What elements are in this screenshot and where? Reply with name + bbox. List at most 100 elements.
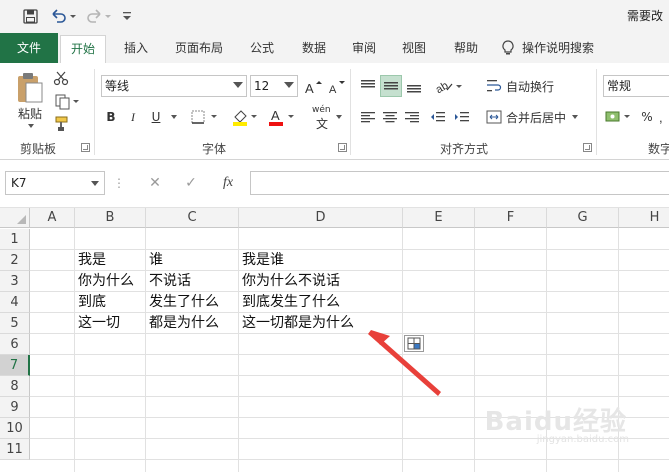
clipboard-group-label: 剪贴板 bbox=[20, 142, 57, 156]
align-top-icon[interactable] bbox=[358, 75, 378, 97]
column-header-d[interactable]: D bbox=[239, 208, 403, 228]
customize-qat-icon[interactable] bbox=[120, 6, 134, 26]
name-box[interactable]: K7 bbox=[5, 171, 105, 195]
tab-insert[interactable]: 插入 bbox=[114, 33, 158, 63]
font-launcher-icon[interactable] bbox=[338, 143, 347, 152]
tab-home[interactable]: 开始 bbox=[60, 35, 106, 64]
tab-page-layout[interactable]: 页面布局 bbox=[166, 33, 232, 63]
row-header-6[interactable]: 6 bbox=[0, 334, 30, 355]
clipboard-launcher-icon[interactable] bbox=[81, 143, 90, 152]
font-color-button[interactable]: A bbox=[266, 107, 298, 127]
worksheet-grid[interactable]: A B C D E F G H 1 2 3 4 5 6 7 8 9 10 11 bbox=[0, 208, 669, 472]
align-bottom-icon[interactable] bbox=[404, 75, 424, 97]
cell-c2[interactable]: 谁 bbox=[146, 250, 163, 271]
tab-data[interactable]: 数据 bbox=[292, 33, 336, 63]
increase-font-icon[interactable]: A bbox=[302, 77, 324, 97]
cell-d3[interactable]: 你为什么不说话 bbox=[239, 271, 340, 292]
cell-b5[interactable]: 这一切 bbox=[75, 313, 120, 334]
font-size-value: 12 bbox=[254, 79, 270, 93]
italic-button[interactable]: I bbox=[125, 107, 141, 127]
increase-indent-icon[interactable] bbox=[452, 107, 472, 127]
cut-icon[interactable] bbox=[52, 69, 70, 87]
undo-icon[interactable] bbox=[48, 6, 78, 26]
cell-d2[interactable]: 我是谁 bbox=[239, 250, 284, 271]
alignment-launcher-icon[interactable] bbox=[583, 143, 592, 152]
formula-input[interactable] bbox=[250, 171, 669, 195]
column-header-h[interactable]: H bbox=[619, 208, 669, 228]
row-header-10[interactable]: 10 bbox=[0, 418, 30, 439]
tab-help[interactable]: 帮助 bbox=[444, 33, 488, 63]
copy-icon[interactable] bbox=[52, 93, 82, 111]
fill-color-icon[interactable] bbox=[230, 107, 260, 127]
confirm-entry-icon[interactable]: ✓ bbox=[180, 173, 202, 193]
paste-button[interactable]: 粘贴 bbox=[12, 105, 48, 121]
underline-button[interactable]: U bbox=[148, 107, 164, 127]
phonetic-dropdown-icon bbox=[336, 115, 342, 119]
align-middle-icon[interactable] bbox=[380, 75, 402, 97]
merge-center-label: 合并后居中 bbox=[506, 110, 567, 125]
cancel-entry-icon[interactable]: ✕ bbox=[144, 173, 166, 193]
percent-button[interactable]: % bbox=[640, 107, 654, 127]
tab-formulas[interactable]: 公式 bbox=[240, 33, 284, 63]
underline-dropdown-icon[interactable] bbox=[166, 107, 180, 127]
paste-icon[interactable] bbox=[12, 69, 48, 107]
row-header-1[interactable]: 1 bbox=[0, 229, 30, 250]
font-size-select[interactable]: 12 bbox=[250, 75, 298, 97]
align-left-icon[interactable] bbox=[358, 107, 378, 127]
column-header-b[interactable]: B bbox=[75, 208, 146, 228]
number-group-label: 数字 bbox=[648, 142, 669, 156]
row-header-11[interactable]: 11 bbox=[0, 439, 30, 460]
cell-c5[interactable]: 都是为什么 bbox=[146, 313, 219, 334]
tell-me-search[interactable]: 操作说明搜索 bbox=[502, 33, 612, 63]
cell-d5[interactable]: 这一切都是为什么 bbox=[239, 313, 354, 334]
accounting-format-icon[interactable] bbox=[603, 107, 637, 127]
font-name-value: 等线 bbox=[105, 79, 130, 93]
cell-c4[interactable]: 发生了什么 bbox=[146, 292, 219, 313]
merge-center-button[interactable]: 合并后居中 bbox=[486, 107, 586, 127]
wrap-text-button[interactable]: 自动换行 bbox=[486, 75, 562, 97]
cell-c3[interactable]: 不说话 bbox=[146, 271, 191, 292]
cell-b4[interactable]: 到底 bbox=[75, 292, 106, 313]
column-header-g[interactable]: G bbox=[547, 208, 619, 228]
cell-b3[interactable]: 你为什么 bbox=[75, 271, 134, 292]
orientation-icon[interactable]: ab bbox=[432, 75, 466, 97]
tab-view[interactable]: 视图 bbox=[392, 33, 436, 63]
row-header-5[interactable]: 5 bbox=[0, 313, 30, 334]
lightbulb-icon bbox=[502, 40, 514, 56]
cell-b2[interactable]: 我是 bbox=[75, 250, 106, 271]
number-format-select[interactable]: 常规 bbox=[603, 75, 669, 97]
comma-style-button[interactable]: , bbox=[658, 107, 669, 127]
cell-d4[interactable]: 到底发生了什么 bbox=[239, 292, 340, 313]
wrap-text-icon bbox=[486, 78, 502, 94]
gridline bbox=[474, 228, 475, 472]
save-icon[interactable] bbox=[20, 6, 40, 26]
row-header-3[interactable]: 3 bbox=[0, 271, 30, 292]
row-header-8[interactable]: 8 bbox=[0, 376, 30, 397]
row-header-7[interactable]: 7 bbox=[0, 355, 30, 376]
align-center-icon[interactable] bbox=[380, 107, 400, 127]
bold-button[interactable]: B bbox=[103, 107, 119, 127]
tab-file[interactable]: 文件 bbox=[0, 33, 58, 63]
select-all-button[interactable] bbox=[0, 208, 30, 228]
column-header-c[interactable]: C bbox=[146, 208, 239, 228]
row-header-9[interactable]: 9 bbox=[0, 397, 30, 418]
column-header-a[interactable]: A bbox=[30, 208, 75, 228]
font-name-select[interactable]: 等线 bbox=[101, 75, 247, 97]
column-header-e[interactable]: E bbox=[403, 208, 475, 228]
paste-dropdown-icon[interactable] bbox=[22, 121, 38, 131]
tab-review[interactable]: 审阅 bbox=[342, 33, 386, 63]
format-painter-icon[interactable] bbox=[52, 115, 70, 133]
insert-function-icon[interactable]: fx bbox=[216, 173, 240, 193]
row-header-4[interactable]: 4 bbox=[0, 292, 30, 313]
window-title: 需要改 bbox=[626, 9, 663, 23]
column-header-f[interactable]: F bbox=[475, 208, 547, 228]
decrease-indent-icon[interactable] bbox=[428, 107, 448, 127]
merge-dropdown-icon bbox=[572, 115, 579, 119]
decrease-font-icon[interactable]: A bbox=[326, 77, 348, 97]
baidu-watermark-url: jingyan.baidu.com bbox=[536, 434, 629, 445]
redo-icon[interactable] bbox=[84, 6, 114, 26]
phonetic-guide-button[interactable]: wén 文 bbox=[310, 103, 342, 131]
align-right-icon[interactable] bbox=[402, 107, 422, 127]
borders-icon[interactable] bbox=[190, 108, 220, 126]
row-header-2[interactable]: 2 bbox=[0, 250, 30, 271]
